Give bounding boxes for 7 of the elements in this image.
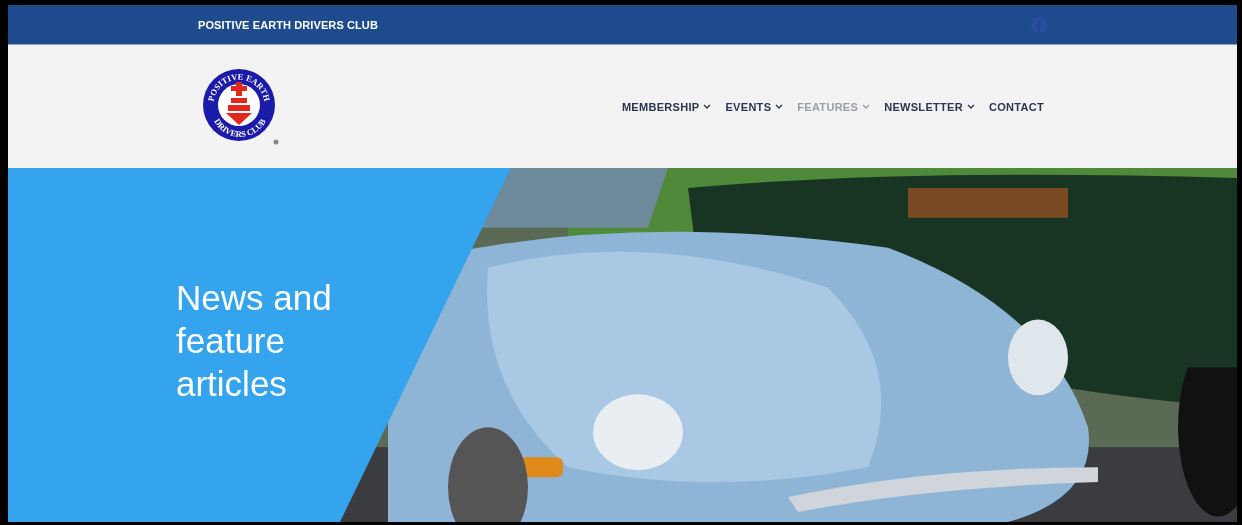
- nav-link[interactable]: CONTACT: [988, 100, 1044, 113]
- hero-heading: News and feature articles: [176, 276, 333, 405]
- site-name: POSITIVE EARTH DRIVERS CLUB: [198, 18, 378, 31]
- nav-link[interactable]: EVENTS: [725, 100, 784, 113]
- nav-link[interactable]: NEWSLETTER: [884, 100, 975, 113]
- registered-mark-icon: [273, 139, 279, 144]
- nav-link[interactable]: MEMBERSHIP: [621, 100, 712, 113]
